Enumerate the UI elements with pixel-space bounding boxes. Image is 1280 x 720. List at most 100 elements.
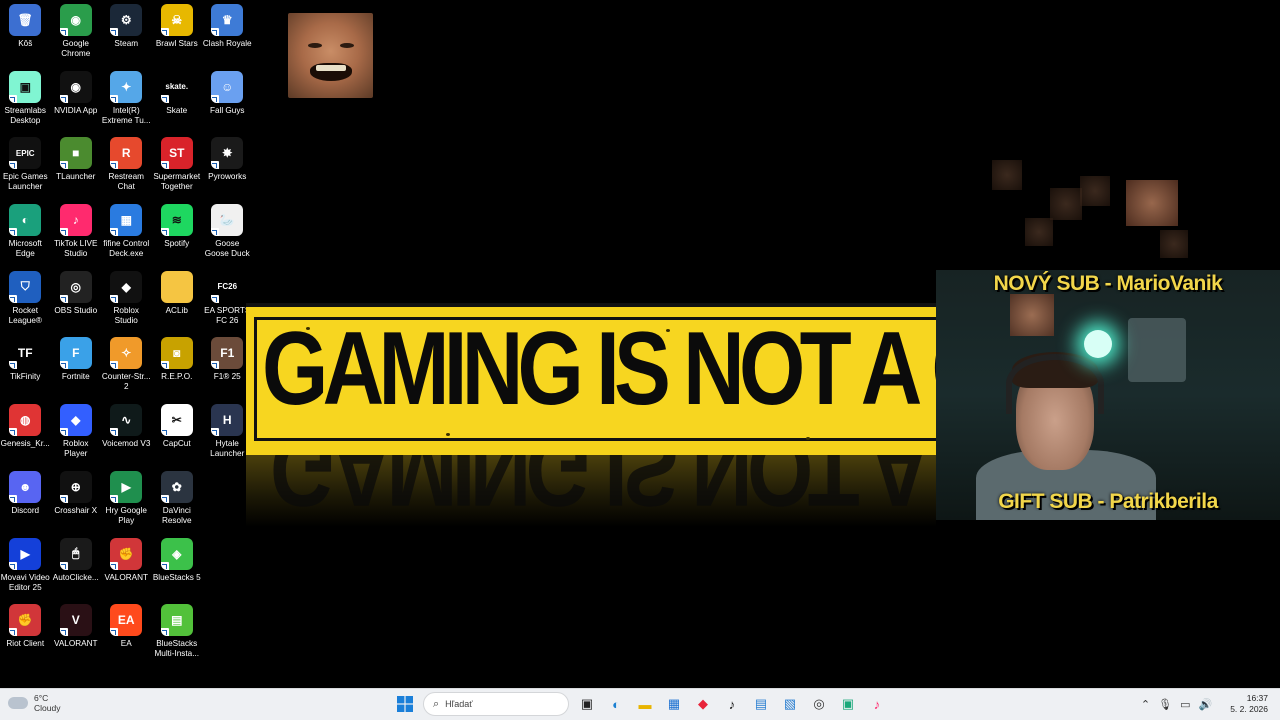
desktop-icon[interactable]: ≋ Spotify <box>152 200 203 267</box>
clock[interactable]: 16:37 5. 2. 2026 <box>1230 693 1268 715</box>
shortcut-arrow-icon <box>160 28 169 36</box>
desktop-icon-label: F1® 25 <box>213 372 241 382</box>
headset-light <box>1084 330 1112 358</box>
desktop-icon[interactable]: ACLib <box>152 267 203 334</box>
banner-headline: GAMING IS NOT A CRI <box>262 311 936 427</box>
desktop-icon[interactable]: ◈ BlueStacks 5 <box>152 534 203 601</box>
floating-meme-thumbnail <box>992 160 1022 190</box>
desktop-icon-label: Hytale Launcher <box>210 439 245 459</box>
desktop-icon[interactable]: F Fortnite <box>51 333 102 400</box>
microphone-icon[interactable]: 🎙 <box>1158 698 1172 711</box>
desktop-icon[interactable]: EPIC Epic Games Launcher <box>0 133 51 200</box>
desktop-icon[interactable]: ▦ fifine Control Deck.exe <box>101 200 152 267</box>
webcam-overlay: NOVÝ SUB - MarioVanik GIFT SUB - Patrikb… <box>936 270 1280 520</box>
fifine-icon: ▦ <box>110 204 143 237</box>
desktop-icon[interactable]: ✸ Pyroworks <box>202 133 253 200</box>
movavi-icon: ▶ <box>9 537 42 570</box>
desktop-icon[interactable]: ▣ Streamlabs Desktop <box>0 67 51 134</box>
tiktok-taskbar-icon[interactable]: ♪ <box>720 692 744 716</box>
desktop-icon[interactable]: 🗑 Kôš <box>0 0 51 67</box>
photos-icon[interactable]: ▧ <box>778 692 802 716</box>
shortcut-arrow-icon <box>9 228 18 237</box>
desktop-icon[interactable]: ◎ OBS Studio <box>51 267 102 334</box>
desktop-icon[interactable]: TF TikFinity <box>0 333 51 400</box>
tiktok-live-taskbar-icon[interactable]: ♪ <box>865 692 889 716</box>
desktop-icon[interactable]: ◉ NVIDIA App <box>51 67 102 134</box>
f1-icon: F1 <box>211 337 244 370</box>
tikfinity-icon: TF <box>9 337 42 370</box>
recycle-bin-icon: 🗑 <box>9 4 42 36</box>
new-sub-alert: NOVÝ SUB - MarioVanik <box>993 272 1223 295</box>
start-button[interactable] <box>393 692 417 716</box>
desktop-icon[interactable]: ■ TLauncher <box>51 133 102 200</box>
desktop-icon[interactable]: F1 F1® 25 <box>202 333 253 400</box>
task-view-icon[interactable]: ▣ <box>575 692 599 716</box>
shortcut-arrow-icon <box>211 294 220 303</box>
folder-icon <box>160 270 193 303</box>
desktop-icon[interactable]: ∿ Voicemod V3 <box>101 400 152 467</box>
desktop-icon[interactable]: ▤ BlueStacks Multi-Insta... <box>152 600 203 667</box>
desktop-icon[interactable]: ⛉ Rocket League® <box>0 267 51 334</box>
weather-widget[interactable]: 6°C Cloudy <box>8 693 60 713</box>
desktop-icon[interactable]: R Restream Chat <box>101 133 152 200</box>
desktop-icon[interactable]: ♛ Clash Royale <box>202 0 253 67</box>
desktop-icon[interactable]: ▶ Movavi Video Editor 25 <box>0 534 51 601</box>
desktop-icon[interactable]: 🖱 AutoClicke... <box>51 534 102 601</box>
shortcut-arrow-icon <box>59 494 68 503</box>
desktop-icon[interactable]: ▶ Hry Google Play <box>101 467 152 534</box>
store-icon[interactable]: ▦ <box>662 692 686 716</box>
desktop-icon[interactable]: ◍ Genesis_Kr... <box>0 400 51 467</box>
desktop-icon-label: R.E.P.O. <box>161 372 193 382</box>
rocket-league-icon: ⛉ <box>9 270 42 303</box>
fortnite-icon: F <box>59 337 92 370</box>
desktop-icon[interactable]: ☺ Fall Guys <box>202 67 253 134</box>
desktop-icon[interactable]: ◆ Roblox Player <box>51 400 102 467</box>
desktop-icon-label: EA <box>120 639 132 649</box>
floating-meme-thumbnail <box>1010 294 1054 336</box>
desktop-icon-label: Brawl Stars <box>155 39 198 48</box>
obs-taskbar-icon[interactable]: ◎ <box>807 692 831 716</box>
supermarket-together-icon: ST <box>160 137 193 170</box>
desktop-icon[interactable]: ☠ Brawl Stars <box>152 0 203 67</box>
shortcut-arrow-icon <box>211 228 220 237</box>
streamlabs-taskbar-icon[interactable]: ▣ <box>836 692 860 716</box>
shortcut-arrow-icon <box>211 428 220 437</box>
desktop-icon[interactable]: ✂ CapCut <box>152 400 203 467</box>
desktop-icon[interactable]: skate. Skate <box>152 67 203 134</box>
volume-icon[interactable]: 🔊 <box>1198 698 1212 711</box>
intel-icon: ✦ <box>110 70 143 103</box>
desktop-icon[interactable]: ST Supermarket Together <box>152 133 203 200</box>
desktop-icon[interactable]: FC26 EA SPORTS FC 26 <box>202 267 253 334</box>
desktop-icon[interactable]: ☻ Discord <box>0 467 51 534</box>
desktop-icon[interactable]: ✊ VALORANT <box>101 534 152 601</box>
display-icon[interactable]: ▭ <box>1180 698 1190 711</box>
file-explorer-icon[interactable]: ▬ <box>633 692 657 716</box>
desktop: 🗑 Kôš ◉ Google Chrome ⚙ Steam ☠ Brawl Stars ♛ Cla… <box>0 0 1280 688</box>
desktop-icon[interactable]: V VALORANT <box>51 600 102 667</box>
desktop-icon[interactable]: 🦢 Goose Goose Duck <box>202 200 253 267</box>
desktop-icon[interactable]: ✊ Riot Client <box>0 600 51 667</box>
desktop-icon[interactable]: ♪ TikTok LIVE Studio <box>51 200 102 267</box>
clock-time: 16:37 <box>1246 693 1268 703</box>
desktop-icon[interactable]: ✦ Intel(R) Extreme Tu... <box>101 67 152 134</box>
shortcut-arrow-icon <box>110 161 119 170</box>
notepad-icon[interactable]: ▤ <box>749 692 773 716</box>
desktop-icon-label: Clash Royale <box>202 39 252 48</box>
desktop-icon[interactable]: ◉ Google Chrome <box>51 0 102 67</box>
desktop-icon[interactable]: ✧ Counter-Str... 2 <box>101 333 152 400</box>
edge-taskbar-icon[interactable]: ◐ <box>604 692 628 716</box>
desktop-icon[interactable]: ◆ Roblox Studio <box>101 267 152 334</box>
chevron-up-icon[interactable]: ⌃ <box>1141 698 1150 711</box>
shortcut-arrow-icon <box>160 361 169 370</box>
taskbar-search[interactable]: ⌕ Hľadať <box>423 692 569 716</box>
desktop-icon[interactable]: H Hytale Launcher <box>202 400 253 467</box>
desktop-icon[interactable]: ⊕ Crosshair X <box>51 467 102 534</box>
desktop-icon[interactable]: ✿ DaVinci Resolve <box>152 467 203 534</box>
desktop-icon-label: NVIDIA App <box>54 105 98 115</box>
desktop-icon[interactable]: ⚙ Steam <box>101 0 152 67</box>
app-red-diamond-icon[interactable]: ◆ <box>691 692 715 716</box>
desktop-icon[interactable]: ◐ Microsoft Edge <box>0 200 51 267</box>
desktop-icon[interactable]: ◙ R.E.P.O. <box>152 333 203 400</box>
desktop-icon[interactable]: EA EA <box>101 600 152 667</box>
desktop-icon-label: TikTok LIVE Studio <box>54 239 98 259</box>
